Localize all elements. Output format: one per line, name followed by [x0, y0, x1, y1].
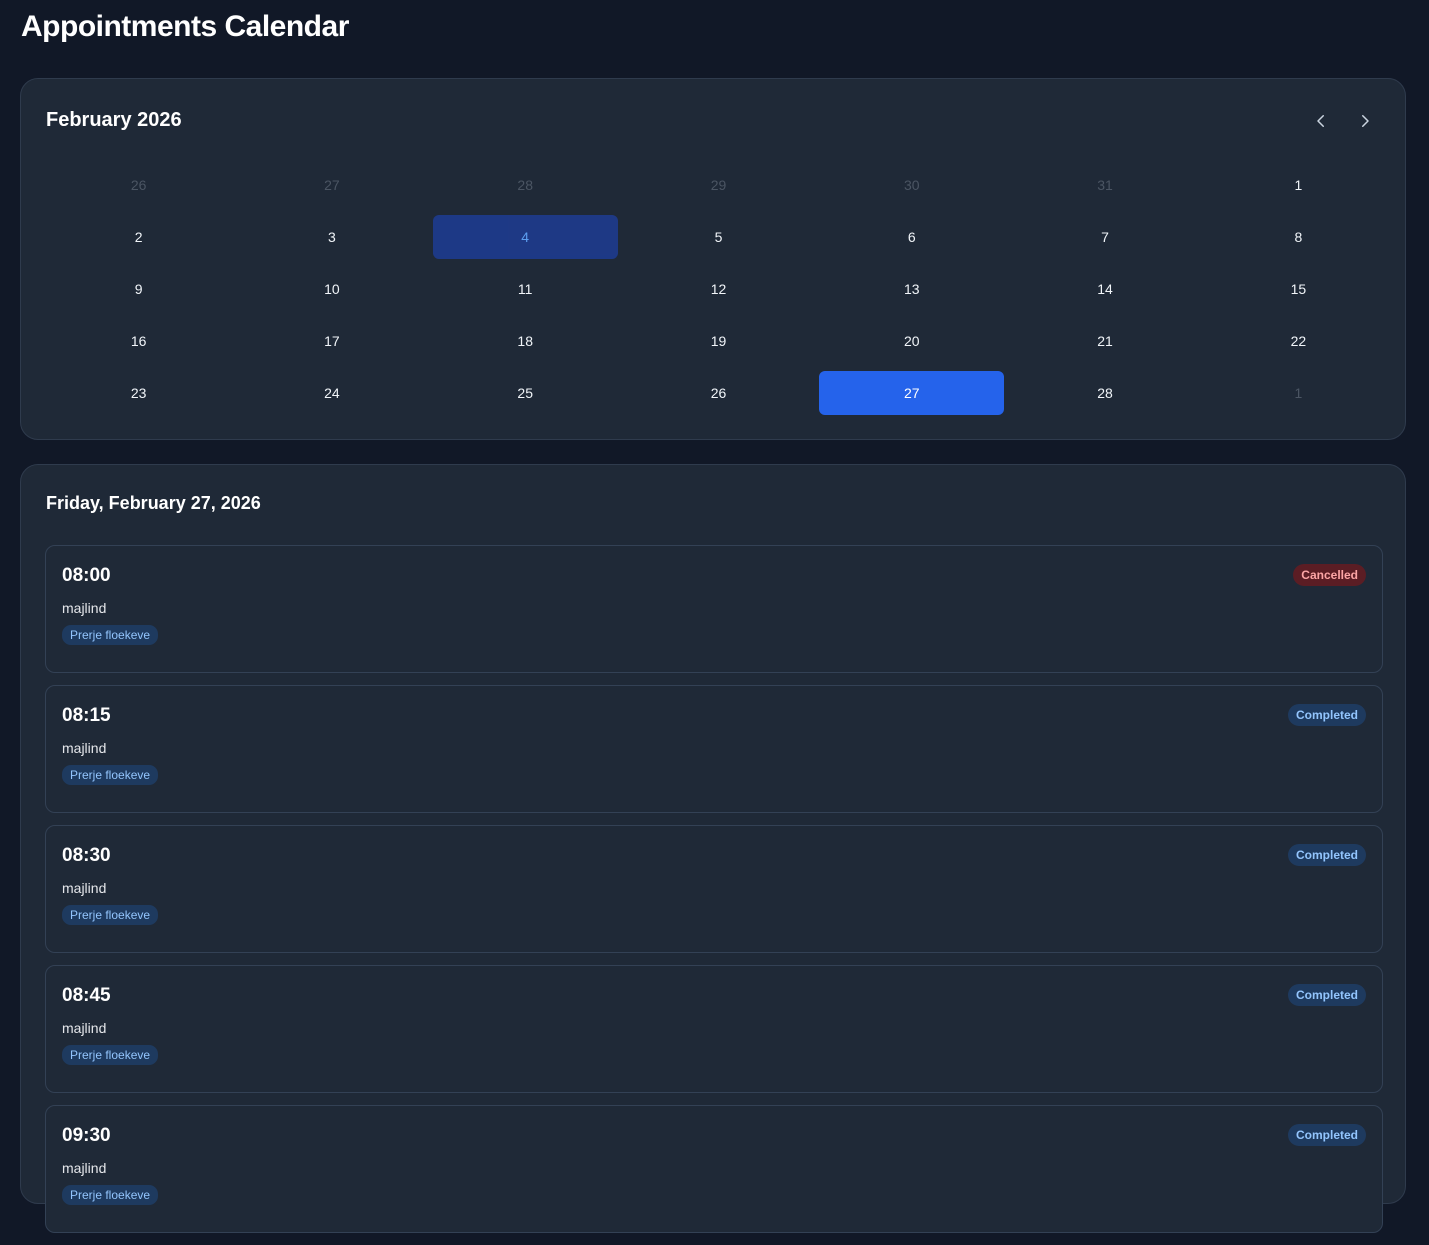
service-tag: Prerje floekeve [62, 625, 159, 645]
calendar-day[interactable]: 11 [433, 267, 618, 311]
appointment-time: 08:15 [62, 705, 111, 726]
calendar-day[interactable]: 13 [819, 267, 1004, 311]
selected-date-title: Friday, February 27, 2026 [46, 493, 261, 513]
appointment-time: 08:45 [62, 985, 111, 1006]
calendar-day-selected[interactable]: 27 [819, 371, 1005, 415]
calendar-day[interactable]: 30 [819, 163, 1004, 207]
client-name: majlind [62, 880, 107, 896]
calendar-grid: 26 27 28 29 30 31 1 2 3 4 5 6 7 8 9 10 11 12 13 14 15 16 17 18 1… [46, 163, 1391, 415]
calendar-day[interactable]: 16 [46, 319, 231, 363]
calendar-day[interactable]: 20 [819, 319, 1004, 363]
calendar-day[interactable]: 15 [1206, 267, 1391, 311]
calendar-day[interactable]: 18 [433, 319, 618, 363]
calendar-day[interactable]: 14 [1012, 267, 1197, 311]
chevron-left-icon [1317, 115, 1324, 127]
calendar-day[interactable]: 26 [46, 163, 231, 207]
service-tag: Prerje floekeve [62, 765, 159, 785]
calendar-day[interactable]: 17 [239, 319, 424, 363]
chevron-right-icon [1362, 115, 1369, 127]
appointment-time: 09:30 [62, 1125, 111, 1146]
calendar-day[interactable]: 29 [626, 163, 811, 207]
status-badge: Completed [1287, 1124, 1366, 1146]
calendar-day[interactable]: 28 [433, 163, 618, 207]
service-tag: Prerje floekeve [62, 1045, 159, 1065]
appointment-card[interactable]: 08:45 majlind Prerje floekeve Completed [45, 965, 1383, 1093]
appointment-card[interactable]: 08:30 majlind Prerje floekeve Completed [45, 825, 1383, 953]
appointment-card[interactable]: 08:15 majlind Prerje floekeve Completed [45, 685, 1383, 813]
calendar-card: February 2026 26 27 28 29 30 31 1 2 3 4 5 6 7 8 9 10 11 1… [20, 78, 1406, 440]
calendar-day[interactable]: 24 [239, 371, 424, 415]
calendar-day[interactable]: 9 [46, 267, 231, 311]
calendar-day[interactable]: 25 [433, 371, 618, 415]
appointment-time: 08:00 [62, 565, 111, 586]
calendar-day[interactable]: 26 [626, 371, 811, 415]
page-title: Appointments Calendar [21, 10, 349, 43]
status-badge: Completed [1287, 984, 1366, 1006]
calendar-day[interactable]: 10 [239, 267, 424, 311]
calendar-day[interactable]: 23 [46, 371, 231, 415]
calendar-day[interactable]: 6 [819, 215, 1004, 259]
appointment-list: 08:00 majlind Prerje floekeve Cancelled 08:1… [45, 545, 1383, 1245]
status-badge: Cancelled [1293, 564, 1366, 586]
appointment-card[interactable]: 09:30 majlind Prerje floekeve Completed [45, 1105, 1383, 1233]
calendar-day[interactable]: 31 [1012, 163, 1197, 207]
calendar-day[interactable]: 28 [1012, 371, 1197, 415]
service-tag: Prerje floekeve [62, 1185, 159, 1205]
calendar-day[interactable]: 1 [1206, 163, 1391, 207]
calendar-day[interactable]: 12 [626, 267, 811, 311]
day-appointments-card: Friday, February 27, 2026 08:00 majlind Pr… [20, 464, 1406, 1233]
calendar-day[interactable]: 5 [626, 215, 811, 259]
next-month-button[interactable] [1351, 107, 1379, 135]
calendar-day[interactable]: 19 [626, 319, 811, 363]
calendar-day[interactable]: 22 [1206, 319, 1391, 363]
month-title: February 2026 [46, 109, 182, 131]
client-name: majlind [62, 740, 107, 756]
calendar-day[interactable]: 27 [239, 163, 424, 207]
previous-month-button[interactable] [1307, 107, 1335, 135]
service-tag: Prerje floekeve [62, 905, 159, 925]
calendar-day[interactable]: 1 [1206, 371, 1391, 415]
client-name: majlind [62, 600, 107, 616]
appointment-time: 08:30 [62, 845, 111, 866]
status-badge: Completed [1287, 844, 1366, 866]
calendar-day-today[interactable]: 4 [432, 215, 618, 259]
appointment-card[interactable]: 08:00 majlind Prerje floekeve Cancelled [45, 545, 1383, 673]
calendar-day[interactable]: 3 [239, 215, 424, 259]
client-name: majlind [62, 1160, 107, 1176]
calendar-day[interactable]: 2 [46, 215, 231, 259]
status-badge: Completed [1287, 704, 1366, 726]
calendar-day[interactable]: 8 [1206, 215, 1391, 259]
calendar-day[interactable]: 7 [1012, 215, 1197, 259]
calendar-day[interactable]: 21 [1012, 319, 1197, 363]
client-name: majlind [62, 1020, 107, 1036]
